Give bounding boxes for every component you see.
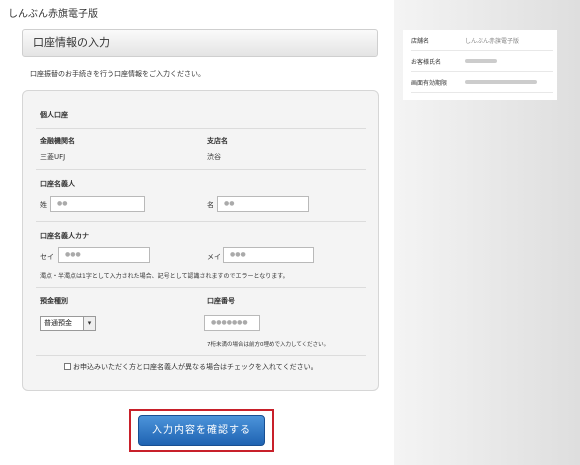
kana-sei-input[interactable]: ●●● (58, 247, 150, 263)
intro-text: 口座振替のお手続きを行う口座情報をご入力ください。 (30, 70, 205, 78)
deposit-type-value: 普通預金 (44, 319, 72, 327)
different-holder-checkbox-row[interactable]: お申込みいただく方と口座名義人が異なる場合はチェックを入れてください。 (64, 362, 318, 372)
store-label: 店舗名 (411, 38, 430, 45)
divider (36, 355, 366, 356)
kana-mei-label: メイ (207, 253, 221, 261)
kana-note: 濁点・半濁点は1字として入力された場合、記号として認識されますのでエラーとなりま… (40, 273, 289, 280)
account-type-heading: 個人口座 (40, 111, 68, 119)
divider (36, 128, 366, 129)
divider (36, 221, 366, 222)
expiry-row: 画面有効期限 (411, 72, 553, 93)
section-header: 口座情報の入力 (22, 29, 378, 57)
account-number-note: 7桁未満の場合は前方0埋めで入力してください。 (207, 342, 330, 348)
account-number-input[interactable]: ●●●●●●● (204, 315, 260, 331)
confirm-button[interactable]: 入力内容を確認する (138, 415, 265, 446)
kana-heading: 口座名義人カナ (40, 232, 89, 240)
store-row: 店舗名 しんぶん赤旗電子版 (411, 30, 553, 51)
customer-label: お客様氏名 (411, 59, 442, 66)
divider (36, 169, 366, 170)
branch-label: 支店名 (207, 137, 228, 145)
mei-input[interactable]: ●● (217, 196, 309, 212)
customer-row: お客様氏名 (411, 51, 553, 72)
bank-value: 三菱UFJ (40, 153, 66, 161)
different-holder-label: お申込みいただく方と口座名義人が異なる場合はチェックを入れてください。 (73, 363, 318, 371)
branch-value: 渋谷 (207, 153, 221, 161)
sei-label: 姓 (40, 201, 47, 209)
customer-value-redacted (465, 59, 497, 63)
store-value: しんぶん赤旗電子版 (465, 38, 520, 45)
account-number-label: 口座番号 (207, 297, 235, 305)
expiry-label: 画面有効期限 (411, 80, 448, 87)
order-info-box: 店舗名 しんぶん赤旗電子版 お客様氏名 画面有効期限 (403, 30, 557, 100)
different-holder-checkbox[interactable] (64, 363, 71, 370)
deposit-type-label: 預金種別 (40, 297, 68, 305)
site-title: しんぶん赤旗電子版 (8, 9, 98, 20)
kana-sei-label: セイ (40, 253, 54, 261)
bank-label: 金融機関名 (40, 137, 75, 145)
deposit-type-select[interactable]: 普通預金 ▾ (40, 316, 96, 331)
confirm-button-highlight: 入力内容を確認する (129, 409, 274, 452)
chevron-down-icon: ▾ (83, 317, 95, 330)
sei-input[interactable]: ●● (50, 196, 145, 212)
mei-label: 名 (207, 201, 214, 209)
divider (36, 287, 366, 288)
holder-heading: 口座名義人 (40, 180, 75, 188)
expiry-value-redacted (465, 80, 537, 84)
kana-mei-input[interactable]: ●●● (223, 247, 314, 263)
